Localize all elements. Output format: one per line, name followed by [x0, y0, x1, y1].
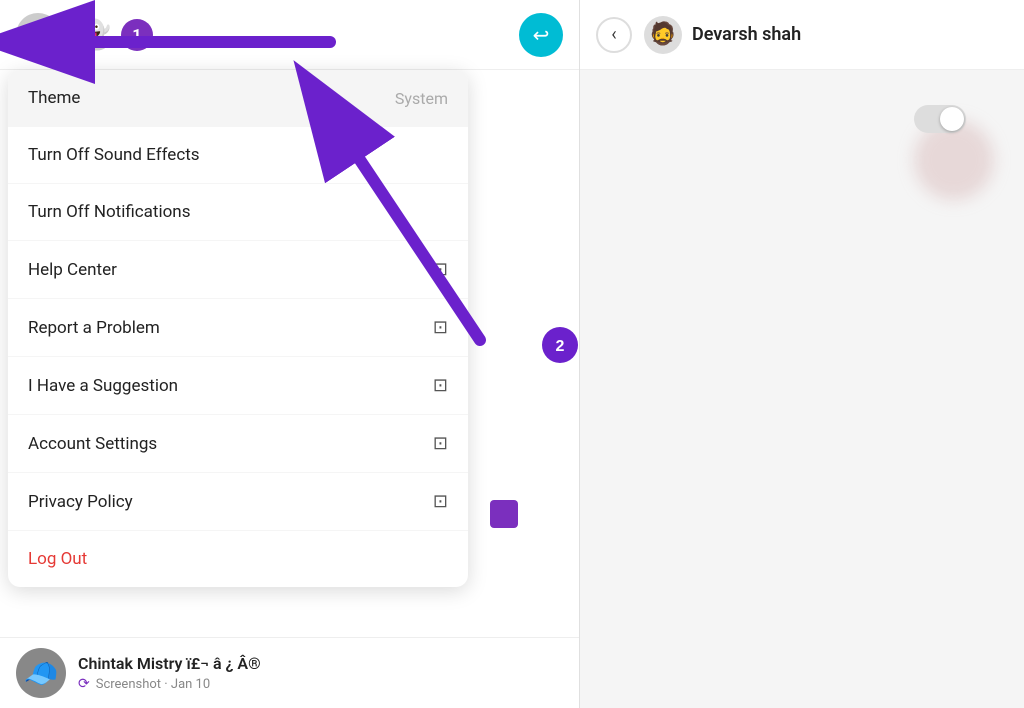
right-user-name: Devarsh shah	[692, 24, 801, 45]
right-top-bar: ‹ 🧔 Devarsh shah	[580, 0, 1024, 70]
menu-item-label: Account Settings	[28, 434, 157, 454]
menu-item-account-settings[interactable]: Account Settings ⊡	[8, 415, 468, 473]
toggle-area	[914, 105, 974, 137]
contact-name: Chintak Mistry ï£¬ â ¿ Â®	[78, 654, 261, 673]
external-link-icon: ⊡	[433, 317, 448, 338]
logout-label: Log Out	[28, 549, 87, 569]
notification-badge[interactable]: 1	[121, 19, 153, 51]
bottom-list-item[interactable]: 🧢 Chintak Mistry ï£¬ â ¿ Â® ⟳ Screenshot…	[0, 637, 579, 708]
right-panel-avatar: 🧔	[644, 16, 682, 54]
menu-item-logout[interactable]: Log Out	[8, 531, 468, 587]
chat-icon: ↩	[533, 23, 550, 47]
list-item-avatar: 🧢	[16, 648, 66, 698]
list-sub-text: Screenshot · Jan 10	[96, 677, 210, 692]
snap-icon: ⟳	[78, 676, 90, 692]
toggle-knob	[940, 107, 964, 131]
menu-item-help-center[interactable]: Help Center ⊡	[8, 241, 468, 299]
purple-square-decoration	[490, 500, 518, 528]
dropdown-menu: Theme System Turn Off Sound Effects Turn…	[8, 70, 468, 587]
menu-item-label: Turn Off Sound Effects	[28, 145, 200, 165]
menu-item-theme[interactable]: Theme System	[8, 70, 468, 127]
snapchat-logo: 👻	[76, 18, 111, 51]
external-link-icon: ⊡	[433, 433, 448, 454]
gear-icon: ⚙	[44, 41, 62, 59]
app-container: 👤 ⚙ 👻 1 ↩ Theme System Turn Off Sound E	[0, 0, 1024, 708]
theme-value: System	[395, 89, 448, 108]
right-panel: ‹ 🧔 Devarsh shah	[580, 0, 1024, 708]
external-link-icon: ⊡	[433, 259, 448, 280]
top-bar-left: 👤 ⚙ 👻 1 ↩	[0, 0, 579, 70]
profile-avatar-button[interactable]: 👤 ⚙	[16, 13, 60, 57]
menu-item-report-problem[interactable]: Report a Problem ⊡	[8, 299, 468, 357]
chat-button[interactable]: ↩	[519, 13, 563, 57]
svg-text:2: 2	[556, 338, 565, 355]
list-item-content: Chintak Mistry ï£¬ â ¿ Â® ⟳ Screenshot ·…	[78, 654, 261, 692]
theme-label: Theme	[28, 88, 80, 108]
menu-item-sound-effects[interactable]: Turn Off Sound Effects	[8, 127, 468, 184]
external-link-icon: ⊡	[433, 491, 448, 512]
menu-item-label: Privacy Policy	[28, 492, 133, 512]
list-sub-row: ⟳ Screenshot · Jan 10	[78, 676, 261, 692]
toggle-switch[interactable]	[914, 105, 966, 133]
avatar-emoji: 🧢	[24, 657, 59, 690]
badge-number: 1	[132, 25, 141, 44]
menu-item-notifications[interactable]: Turn Off Notifications	[8, 184, 468, 241]
left-panel: 👤 ⚙ 👻 1 ↩ Theme System Turn Off Sound E	[0, 0, 580, 708]
back-button[interactable]: ‹	[596, 17, 632, 53]
back-icon: ‹	[611, 24, 616, 45]
external-link-icon: ⊡	[433, 375, 448, 396]
menu-item-privacy-policy[interactable]: Privacy Policy ⊡	[8, 473, 468, 531]
menu-item-label: I Have a Suggestion	[28, 376, 178, 396]
menu-item-label: Report a Problem	[28, 318, 160, 338]
menu-item-suggestion[interactable]: I Have a Suggestion ⊡	[8, 357, 468, 415]
menu-item-label: Turn Off Notifications	[28, 202, 190, 222]
menu-item-label: Help Center	[28, 260, 117, 280]
